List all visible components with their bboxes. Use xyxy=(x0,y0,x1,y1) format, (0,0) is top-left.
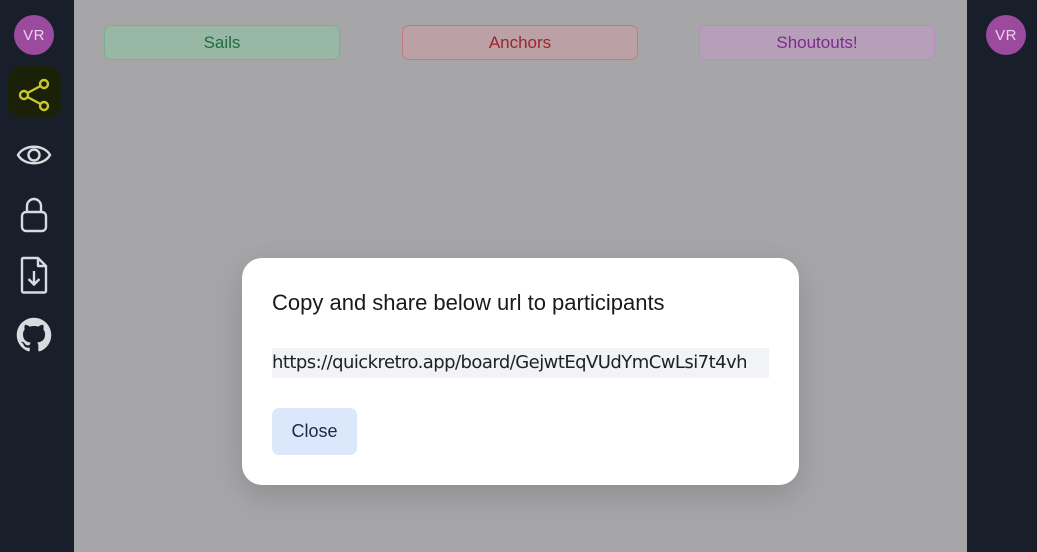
share-dialog: Copy and share below url to participants… xyxy=(242,258,799,485)
column-header-sails: Sails xyxy=(104,25,340,60)
avatar[interactable]: VR xyxy=(14,15,54,55)
column-header-shoutouts: Shoutouts! xyxy=(699,25,935,60)
left-sidebar: VR xyxy=(0,0,74,552)
column-label: Anchors xyxy=(488,32,552,52)
eye-icon[interactable] xyxy=(14,135,54,175)
lock-icon[interactable] xyxy=(14,195,54,235)
right-sidebar: VR xyxy=(967,0,1037,552)
avatar-initials: VR xyxy=(23,26,45,44)
column-header-anchors: Anchors xyxy=(402,25,638,60)
file-download-icon[interactable] xyxy=(14,255,54,295)
column-label: Sails xyxy=(203,32,241,52)
dialog-title: Copy and share below url to participants xyxy=(272,290,665,315)
share-url-field[interactable]: https://quickretro.app/board/GejwtEqVUdY… xyxy=(272,348,769,378)
share-icon[interactable] xyxy=(14,75,54,115)
column-label: Shoutouts! xyxy=(776,32,858,52)
github-icon[interactable] xyxy=(14,315,54,355)
close-button[interactable]: Close xyxy=(272,408,357,455)
avatar-initials: VR xyxy=(995,26,1017,44)
avatar[interactable]: VR xyxy=(986,15,1026,55)
